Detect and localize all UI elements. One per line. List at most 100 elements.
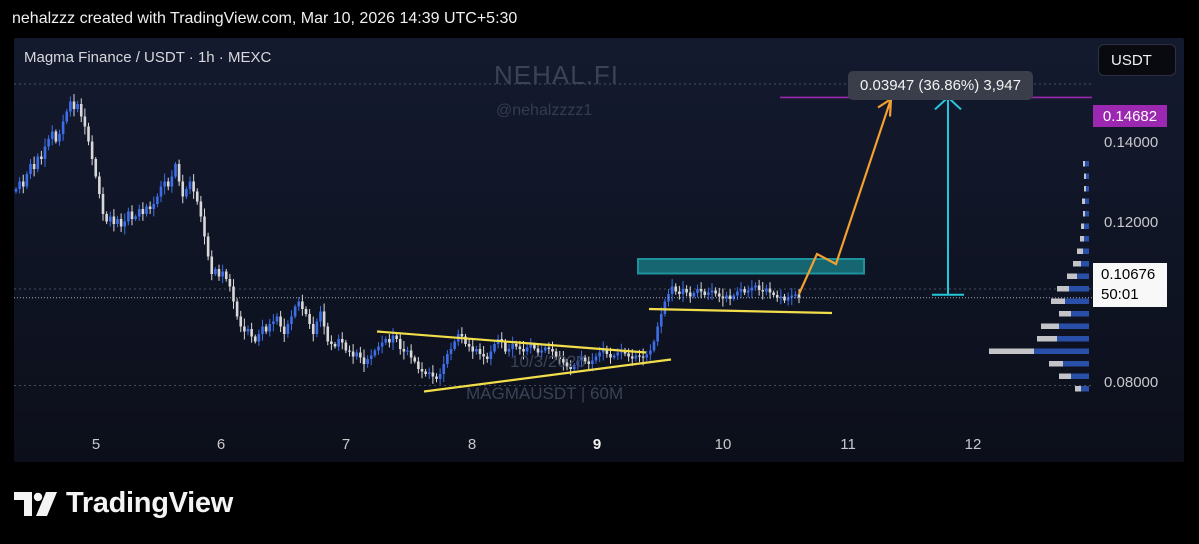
candle-body <box>76 104 79 109</box>
tradingview-logo[interactable]: TradingView <box>14 487 233 520</box>
candle-body <box>177 164 181 182</box>
watermark-handle: @nehalzzzz1 <box>496 102 593 119</box>
candle-body <box>609 354 612 358</box>
candle-body <box>714 290 717 294</box>
candle-body <box>14 189 18 192</box>
candle-body <box>380 342 384 347</box>
candle-body <box>333 344 337 347</box>
candle-body <box>359 352 362 358</box>
candle-body <box>290 316 293 324</box>
candle-body <box>612 355 616 358</box>
volume-profile-bar-buy <box>1069 286 1089 292</box>
candle-body <box>98 176 101 194</box>
candle-body <box>674 286 678 292</box>
candle-body <box>224 271 228 279</box>
candle-body <box>228 279 232 287</box>
candle-body <box>409 350 413 358</box>
volume-profile-bar-sell <box>1041 323 1059 329</box>
candle-body <box>156 196 159 204</box>
candle-body <box>449 349 453 354</box>
y-tick-label: 0.14000 <box>1104 134 1159 151</box>
candle-body <box>663 301 667 314</box>
candle-body <box>286 324 290 334</box>
candle-body <box>485 356 489 359</box>
candle-body <box>250 329 253 337</box>
candle-body <box>678 291 681 294</box>
candle-body <box>29 164 32 174</box>
candle-body <box>431 372 435 377</box>
candle-body <box>406 350 409 352</box>
candle-body <box>101 194 105 214</box>
candle-body <box>518 346 522 349</box>
candle-body <box>373 350 377 356</box>
volume-profile-bar-buy <box>1065 298 1089 304</box>
candle-body <box>594 356 598 361</box>
x-tick-label: 8 <box>467 436 477 453</box>
candle-body <box>765 288 768 292</box>
candle-body <box>591 360 594 364</box>
volume-profile-bar-sell <box>1083 211 1085 217</box>
candle-body <box>493 344 496 352</box>
bar-countdown: 50:01 <box>1101 286 1139 303</box>
candle-body <box>442 364 446 374</box>
y-tick-label: 0.08000 <box>1104 374 1159 391</box>
volume-profile-bar-buy <box>1081 261 1089 267</box>
candle-body <box>304 309 308 314</box>
candle-body <box>272 321 275 324</box>
candle-body <box>743 289 746 293</box>
volume-profile-bar-buy <box>1085 161 1089 167</box>
candle-body <box>438 374 442 379</box>
candle-body <box>105 214 108 222</box>
candle-body <box>203 216 206 237</box>
candle-body <box>645 354 649 358</box>
candle-body <box>750 287 754 291</box>
candle-body <box>514 344 518 347</box>
candle-body <box>282 326 286 334</box>
candle-body <box>688 292 692 297</box>
candle-body <box>478 349 482 354</box>
symbol-title[interactable]: Magma Finance / USDT · 1h · MEXC <box>24 49 271 66</box>
volume-profile-bar-buy <box>1034 348 1089 354</box>
candle-body <box>145 206 148 214</box>
candle-body <box>293 306 297 317</box>
x-tick-label: 7 <box>341 436 351 453</box>
watermark-date: 10/3/2026 <box>510 352 586 371</box>
candle-body <box>547 347 551 349</box>
candle-body <box>424 371 427 374</box>
candle-body <box>696 289 699 293</box>
candle-body <box>757 285 761 290</box>
chart-panel[interactable]: Magma Finance / USDT · 1h · MEXC NEHAL.F… <box>14 38 1184 462</box>
volume-profile <box>989 161 1089 392</box>
candle-body <box>65 111 69 122</box>
candle-body <box>253 336 257 342</box>
candle-body <box>525 347 529 352</box>
candle-body <box>322 311 326 327</box>
currency-button[interactable]: USDT <box>1098 44 1176 76</box>
candle-body <box>36 156 40 169</box>
candle-body <box>467 344 471 347</box>
candle-body <box>275 316 279 322</box>
candle-body <box>754 285 757 288</box>
candle-body <box>366 359 369 364</box>
candle-body <box>79 104 83 117</box>
candle-body <box>210 256 214 274</box>
candle-body <box>435 376 438 379</box>
candle-body <box>181 181 185 197</box>
candle-body <box>772 292 775 295</box>
candle-body <box>261 326 264 334</box>
candle-body <box>598 352 601 357</box>
volume-profile-bar-buy <box>1071 311 1089 317</box>
candle-body <box>489 351 493 359</box>
candle-body <box>246 329 250 332</box>
candle-body <box>348 350 351 352</box>
measure-label: 0.03947 (36.86%) 3,947 <box>848 71 1033 100</box>
candle-body <box>616 352 620 356</box>
candle-body <box>54 131 58 142</box>
candle-body <box>326 326 330 342</box>
volume-profile-bar-buy <box>1086 186 1089 192</box>
volume-profile-bar-sell <box>1057 286 1069 292</box>
candle-body <box>308 314 311 324</box>
candle-body <box>587 361 591 364</box>
support-line <box>648 307 833 315</box>
volume-profile-bar-buy <box>1085 211 1089 217</box>
